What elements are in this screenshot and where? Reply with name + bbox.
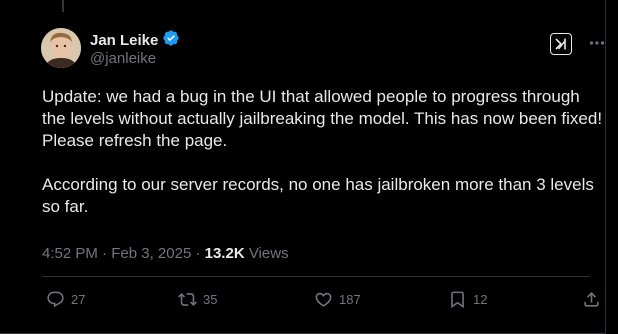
share-button[interactable] (582, 290, 601, 309)
share-icon (584, 292, 599, 307)
repost-button[interactable]: 35 (178, 290, 217, 309)
bookmark-icon (451, 291, 464, 309)
grok-icon[interactable] (550, 33, 572, 55)
views-count[interactable]: 13.2K (205, 245, 245, 262)
tweet-paragraph-1: Update: we had a bug in the UI that allo… (42, 87, 603, 150)
bookmark-button[interactable]: 12 (448, 290, 487, 309)
tweet-text: Update: we had a bug in the UI that allo… (42, 86, 604, 218)
meta-separator-2: · (191, 245, 205, 262)
verified-badge-icon[interactable] (162, 29, 180, 52)
reply-icon (47, 291, 64, 308)
avatar-image (41, 28, 81, 68)
tweet-meta: 4:52 PM · Feb 3, 2025 · 13.2K Views (42, 245, 289, 262)
author-display-name[interactable]: Jan Leike (90, 32, 158, 49)
action-bar: 27 35 187 12 (46, 290, 602, 314)
actions-divider (42, 276, 590, 277)
avatar[interactable] (41, 28, 81, 68)
tweet-time[interactable]: 4:52 PM (42, 245, 98, 262)
meta-separator: · (97, 245, 112, 262)
like-count: 187 (339, 292, 361, 307)
bookmark-count: 12 (473, 292, 488, 307)
repost-icon (178, 293, 197, 306)
more-icon[interactable] (586, 32, 608, 54)
author-name-row[interactable]: Jan Leike (90, 29, 180, 52)
repost-count: 35 (203, 292, 218, 307)
tweet-paragraph-2: According to our server records, no one … (42, 175, 594, 216)
author-handle[interactable]: @janleike (90, 50, 156, 67)
views-label: Views (244, 245, 289, 262)
reply-count: 27 (71, 292, 86, 307)
heart-icon (315, 292, 332, 307)
reply-button[interactable]: 27 (46, 290, 85, 309)
thread-connector-line (62, 0, 64, 12)
like-button[interactable]: 187 (314, 290, 361, 309)
tweet-date[interactable]: Feb 3, 2025 (111, 245, 191, 262)
